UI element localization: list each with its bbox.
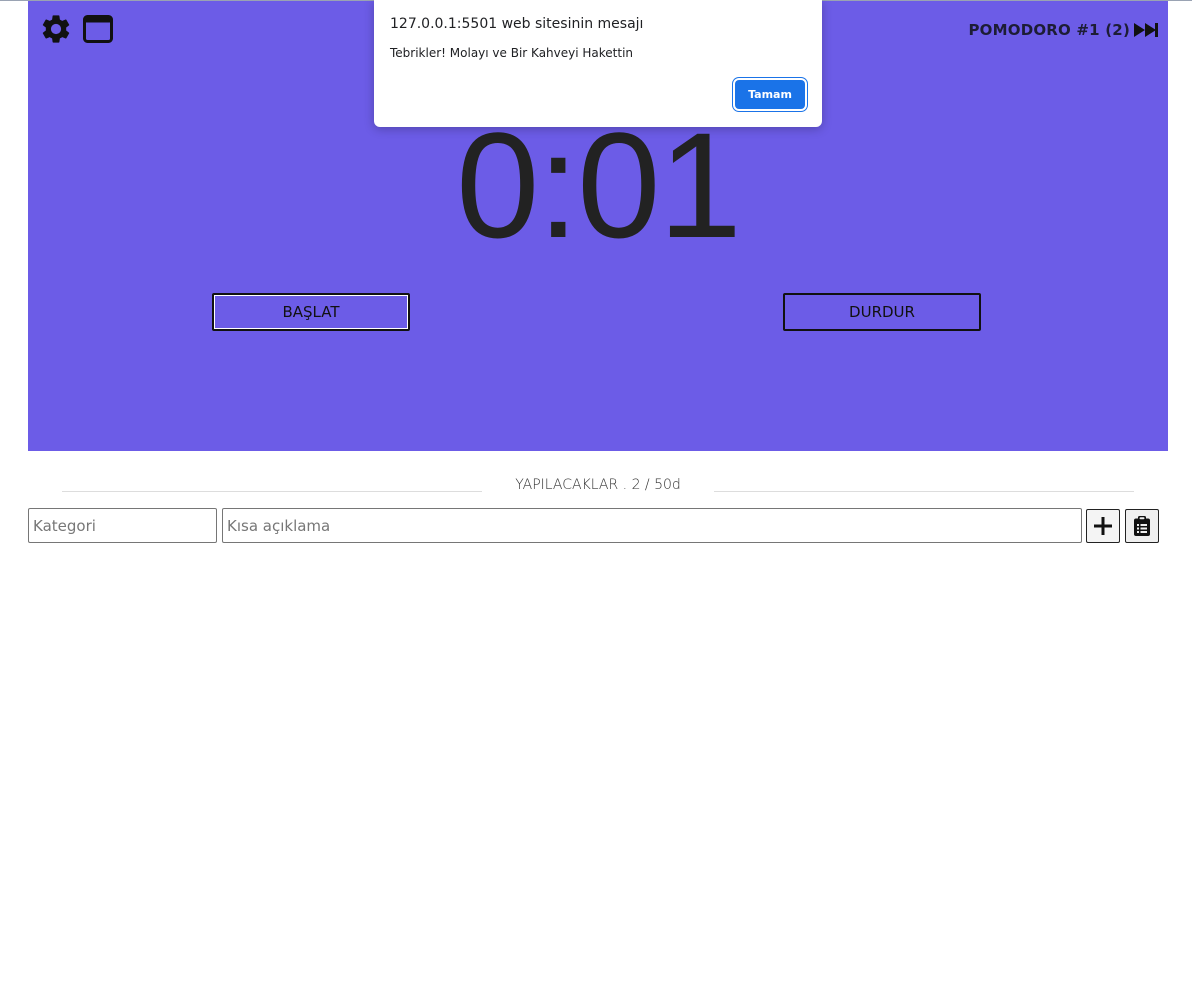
stop-button[interactable]: DURDUR [783, 293, 981, 331]
pomodoro-label: POMODORO #1 (2) [968, 21, 1130, 39]
browser-window-icon [83, 15, 113, 43]
dialog-message: Tebrikler! Molayı ve Bir Kahveyi Haketti… [390, 46, 634, 60]
settings-button[interactable] [38, 11, 74, 47]
dialog-title: 127.0.0.1:5501 web sitesinin mesajı [390, 16, 644, 32]
description-input[interactable] [222, 508, 1082, 543]
fast-forward-icon [1134, 23, 1158, 37]
category-input[interactable] [28, 508, 217, 543]
dialog-ok-button[interactable]: Tamam [735, 80, 805, 109]
start-button[interactable]: BAŞLAT [212, 293, 410, 331]
window-button[interactable] [82, 13, 114, 45]
add-todo-button[interactable] [1086, 509, 1120, 543]
pomodoro-counter[interactable]: POMODORO #1 (2) [968, 21, 1158, 39]
divider-right [714, 491, 1134, 492]
clipboard-list-icon [1134, 516, 1150, 536]
clipboard-button[interactable] [1125, 509, 1159, 543]
gear-icon [42, 15, 70, 43]
plus-icon [1094, 517, 1112, 535]
todo-section-header: YAPILACAKLAR . 2 / 50d [62, 476, 1134, 496]
alert-dialog: 127.0.0.1:5501 web sitesinin mesajı Tebr… [374, 0, 822, 127]
timer-display: 0:01 [456, 101, 742, 269]
